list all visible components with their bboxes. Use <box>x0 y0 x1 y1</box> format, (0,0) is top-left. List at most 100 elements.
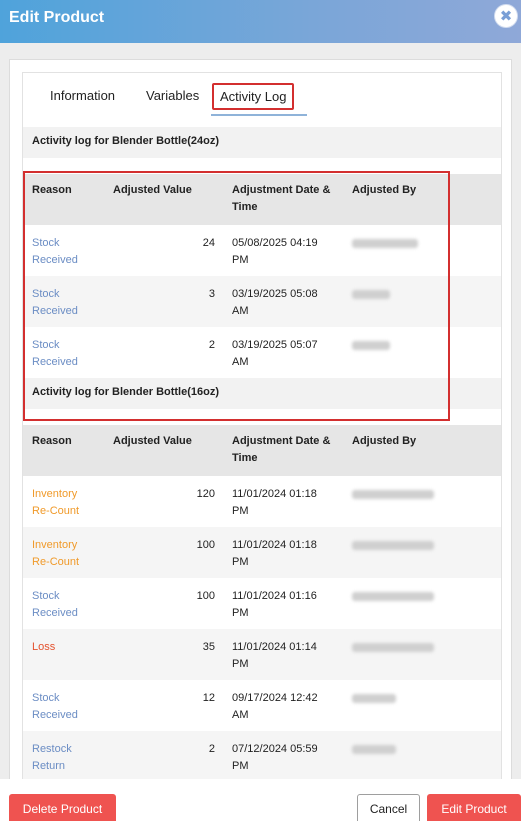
adjusted-value: 100 <box>196 590 215 602</box>
adjustment-date: 07/12/2024 05:59 PM <box>232 741 344 775</box>
adjustment-date: 05/08/2025 04:19 PM <box>232 235 344 269</box>
table-header: Reason Adjusted Value Adjustment Date & Tim… <box>23 425 501 476</box>
column-adjusted-value: Adjusted Value <box>113 184 192 196</box>
active-tab-indicator <box>211 114 307 116</box>
date-line2: AM <box>232 356 249 368</box>
column-adjusted-by: Adjusted By <box>352 435 417 447</box>
adjusted-by-redacted <box>352 639 472 658</box>
date-line1: 07/12/2024 05:59 <box>232 743 318 755</box>
adjusted-by-redacted <box>352 235 472 254</box>
date-line2: PM <box>232 760 249 772</box>
modal-footer: Delete Product Cancel Edit Product <box>0 779 521 821</box>
date-line2: AM <box>232 305 249 317</box>
date-line1: 03/19/2025 05:08 <box>232 288 318 300</box>
modal-header: Edit Product ✖ <box>0 0 521 43</box>
column-adjustment-date: Adjustment Date & Time <box>232 433 344 467</box>
column-date-line2: Time <box>232 201 258 213</box>
reason-link[interactable]: Stock Received <box>32 588 104 622</box>
reason-link[interactable]: Stock Received <box>32 337 104 371</box>
adjusted-by-redacted <box>352 337 472 356</box>
reason-line1: Restock <box>32 743 72 755</box>
adjusted-by-redacted <box>352 690 472 709</box>
tab-bar: Information Variables Activity Log <box>23 73 501 127</box>
adjusted-value: 2 <box>208 743 215 755</box>
redacted-name <box>352 239 418 248</box>
date-line2: PM <box>232 556 249 568</box>
reason-line1: Stock <box>32 339 60 351</box>
table-row: Inventory Re-Count 100 11/01/2024 01:18 PM <box>23 527 501 578</box>
reason-line1: Inventory <box>32 488 78 500</box>
redacted-name <box>352 341 390 350</box>
section-spacer <box>23 158 501 174</box>
section-spacer <box>23 409 501 425</box>
adjustment-date: 03/19/2025 05:07 AM <box>232 337 344 371</box>
reason-line1: Stock <box>32 692 60 704</box>
adjustment-date: 11/01/2024 01:14 PM <box>232 639 344 673</box>
redacted-name <box>352 541 434 550</box>
reason-link[interactable]: Loss <box>32 639 104 656</box>
redacted-name <box>352 592 434 601</box>
redacted-name <box>352 745 396 754</box>
table-row: Stock Received 100 11/01/2024 01:16 PM <box>23 578 501 629</box>
adjusted-by-redacted <box>352 588 472 607</box>
reason-link[interactable]: Inventory Re-Count <box>32 537 104 571</box>
column-date-line1: Adjustment Date & <box>232 435 331 447</box>
table-row: Loss 35 11/01/2024 01:14 PM <box>23 629 501 680</box>
tab-information[interactable]: Information <box>50 88 115 103</box>
modal-title: Edit Product <box>9 9 105 26</box>
adjusted-value: 120 <box>196 488 215 500</box>
column-reason: Reason <box>32 435 72 447</box>
reason-link[interactable]: Stock Received <box>32 286 104 320</box>
redacted-name <box>352 490 434 499</box>
adjusted-value: 35 <box>202 641 215 653</box>
tab-variables[interactable]: Variables <box>146 88 199 103</box>
edit-product-button[interactable]: Edit Product <box>427 794 521 821</box>
reason-line1: Stock <box>32 288 60 300</box>
reason-line1: Stock <box>32 237 60 249</box>
log-section-title: Activity log for Blender Bottle(24oz) <box>23 127 501 158</box>
delete-product-button[interactable]: Delete Product <box>9 794 116 821</box>
reason-line2: Received <box>32 305 78 317</box>
product-card: Information Variables Activity Log Activ… <box>22 72 502 779</box>
column-date-line1: Adjustment Date & <box>232 184 331 196</box>
adjusted-by-redacted <box>352 537 472 556</box>
table-header: Reason Adjusted Value Adjustment Date & Tim… <box>23 174 501 225</box>
date-line2: PM <box>232 607 249 619</box>
date-line1: 03/19/2025 05:07 <box>232 339 318 351</box>
date-line1: 11/01/2024 01:16 <box>232 590 317 602</box>
date-line1: 11/01/2024 01:18 <box>232 539 317 551</box>
reason-link[interactable]: Stock Received <box>32 690 104 724</box>
adjusted-by-redacted <box>352 286 472 305</box>
adjusted-by-redacted <box>352 486 472 505</box>
adjusted-value: 2 <box>208 339 215 351</box>
column-adjusted-by: Adjusted By <box>352 184 417 196</box>
modal-body: Information Variables Activity Log Activ… <box>0 43 521 779</box>
adjustment-date: 11/01/2024 01:16 PM <box>232 588 344 622</box>
adjusted-by-redacted <box>352 741 472 760</box>
reason-line2: Received <box>32 607 78 619</box>
table-row: Inventory Re-Count 120 11/01/2024 01:18 PM <box>23 476 501 527</box>
adjusted-value: 12 <box>202 692 215 704</box>
table-row: Stock Received 12 09/17/2024 12:42 AM <box>23 680 501 731</box>
date-line1: 09/17/2024 12:42 <box>232 692 318 704</box>
date-line2: AM <box>232 709 249 721</box>
reason-link[interactable]: Restock Return <box>32 741 104 775</box>
adjustment-date: 09/17/2024 12:42 AM <box>232 690 344 724</box>
date-line2: PM <box>232 658 249 670</box>
cancel-button[interactable]: Cancel <box>357 794 420 821</box>
adjustment-date: 11/01/2024 01:18 PM <box>232 537 344 571</box>
redacted-name <box>352 290 390 299</box>
reason-link[interactable]: Inventory Re-Count <box>32 486 104 520</box>
redacted-name <box>352 694 396 703</box>
column-reason: Reason <box>32 184 72 196</box>
reason-line2: Return <box>32 760 66 772</box>
table-row: Stock Received 2 03/19/2025 05:07 AM <box>23 327 501 378</box>
adjusted-value: 100 <box>196 539 215 551</box>
column-adjusted-value: Adjusted Value <box>113 435 192 447</box>
reason-link[interactable]: Stock Received <box>32 235 104 269</box>
tab-activity-log[interactable]: Activity Log <box>212 83 295 110</box>
close-icon[interactable]: ✖ <box>495 5 517 27</box>
redacted-name <box>352 643 434 652</box>
adjustment-date: 03/19/2025 05:08 AM <box>232 286 344 320</box>
adjusted-value: 3 <box>208 288 215 300</box>
